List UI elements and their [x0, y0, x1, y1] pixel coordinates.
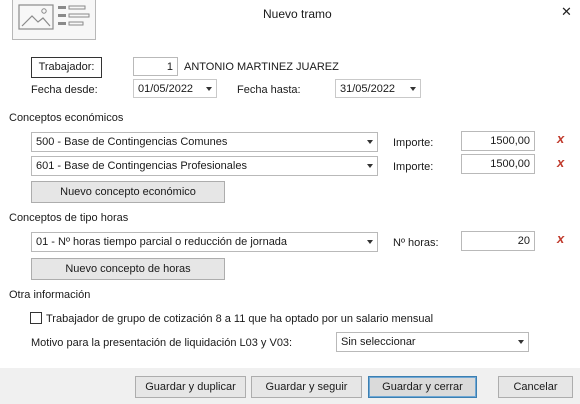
fecha-hasta-value: 31/05/2022 — [340, 83, 396, 95]
motivo-value: Sin seleccionar — [341, 336, 416, 348]
importe-value: 1500,00 — [490, 135, 530, 147]
horas-value: 20 — [517, 235, 530, 247]
fecha-desde-picker[interactable]: 01/05/2022 — [133, 79, 217, 98]
fecha-hasta-picker[interactable]: 31/05/2022 — [335, 79, 421, 98]
motivo-select[interactable]: Sin seleccionar — [336, 332, 529, 352]
concepto-economico-value: 500 - Base de Contingencias Comunes — [36, 136, 228, 148]
dropdown-arrow-icon — [367, 164, 373, 168]
importe-input[interactable]: 1500,00 — [461, 154, 535, 174]
window-title: Nuevo tramo — [263, 7, 332, 21]
dropdown-arrow-icon — [410, 87, 416, 91]
concepto-horas-select[interactable]: 01 - Nº horas tiempo parcial o reducción… — [31, 232, 378, 252]
trabajador-name: ANTONIO MARTINEZ JUAREZ — [184, 61, 339, 73]
importe-value: 1500,00 — [490, 158, 530, 170]
fecha-hasta-label: Fecha hasta: — [237, 84, 301, 96]
concepto-economico-value: 601 - Base de Contingencias Profesionale… — [36, 160, 247, 172]
motivo-label: Motivo para la presentación de liquidaci… — [31, 337, 293, 349]
concepto-economico-select[interactable]: 601 - Base de Contingencias Profesionale… — [31, 156, 378, 176]
section-conceptos-economicos: Conceptos económicos — [9, 112, 124, 124]
concepto-horas-value: 01 - Nº horas tiempo parcial o reducción… — [36, 236, 288, 248]
nuevo-concepto-horas-button[interactable]: Nuevo concepto de horas — [31, 258, 225, 280]
section-otra-informacion: Otra información — [9, 289, 91, 301]
trabajador-id-value: 1 — [166, 61, 173, 73]
delete-icon[interactable]: x — [557, 231, 564, 246]
fecha-desde-label: Fecha desde: — [31, 84, 98, 96]
dropdown-arrow-icon — [518, 340, 524, 344]
horas-input[interactable]: 20 — [461, 231, 535, 251]
form-icon — [12, 0, 96, 40]
salario-mensual-label[interactable]: Trabajador de grupo de cotización 8 a 11… — [46, 313, 433, 325]
guardar-seguir-button[interactable]: Guardar y seguir — [251, 376, 362, 398]
delete-icon[interactable]: x — [557, 131, 564, 146]
nuevo-concepto-economico-button[interactable]: Nuevo concepto económico — [31, 181, 225, 203]
importe-label: Importe: — [393, 161, 434, 173]
dropdown-arrow-icon — [367, 240, 373, 244]
importe-label: Importe: — [393, 137, 434, 149]
fecha-desde-value: 01/05/2022 — [138, 83, 194, 95]
dropdown-arrow-icon — [206, 87, 212, 91]
delete-icon[interactable]: x — [557, 155, 564, 170]
dropdown-arrow-icon — [367, 140, 373, 144]
concepto-economico-select[interactable]: 500 - Base de Contingencias Comunes — [31, 132, 378, 152]
guardar-cerrar-button[interactable]: Guardar y cerrar — [368, 376, 477, 398]
close-icon[interactable]: ✕ — [561, 4, 572, 20]
salario-mensual-checkbox[interactable] — [30, 312, 42, 324]
cancelar-button[interactable]: Cancelar — [498, 376, 573, 398]
horas-label: Nº horas: — [393, 237, 439, 249]
importe-input[interactable]: 1500,00 — [461, 131, 535, 151]
trabajador-button[interactable]: Trabajador: — [31, 57, 102, 78]
section-conceptos-horas: Conceptos de tipo horas — [9, 212, 129, 224]
guardar-duplicar-button[interactable]: Guardar y duplicar — [135, 376, 246, 398]
trabajador-id-input[interactable]: 1 — [133, 57, 178, 76]
